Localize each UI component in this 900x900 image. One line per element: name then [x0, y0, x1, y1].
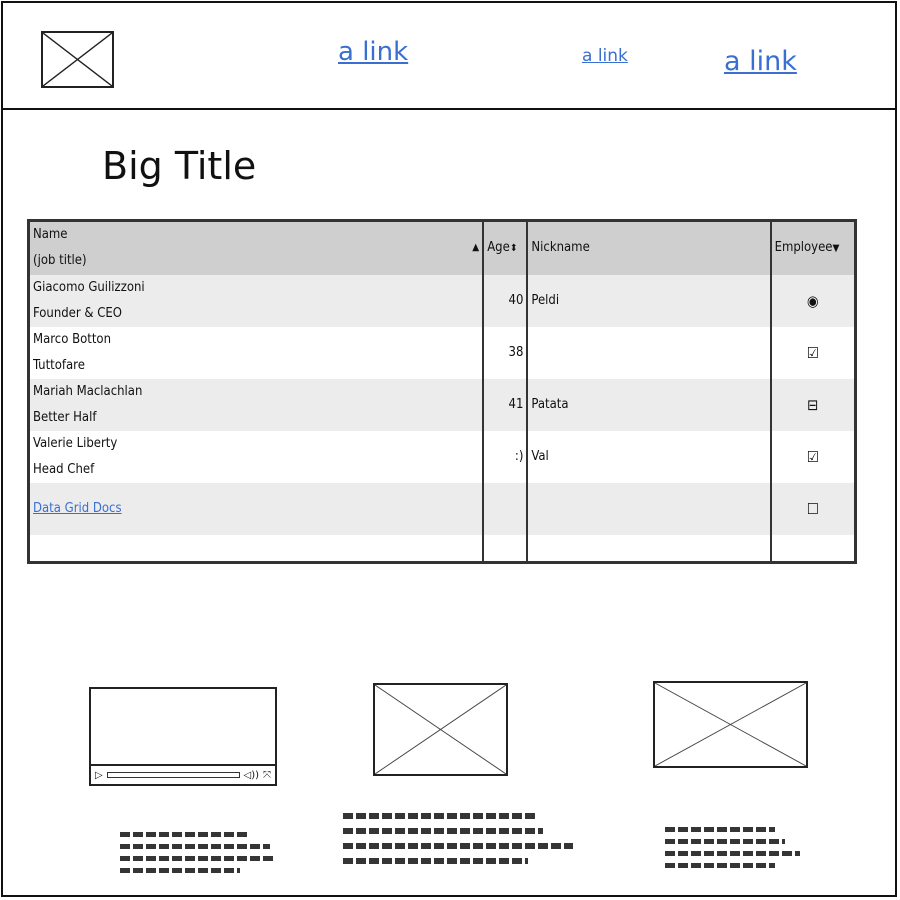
- row-nickname: [526, 327, 771, 379]
- employee-checkbox[interactable]: ⊟: [769, 379, 854, 431]
- placeholder-text-block-1: [120, 832, 275, 880]
- nav-link-2[interactable]: a link: [582, 46, 628, 66]
- row-name: Valerie Liberty: [33, 436, 118, 451]
- column-label-job-title: (job title): [33, 253, 87, 268]
- row-name: Giacomo Guilizzoni: [33, 280, 145, 295]
- column-label-name: Name: [33, 227, 68, 242]
- video-progress-bar[interactable]: [106, 772, 240, 778]
- data-grid[interactable]: ▲ Name (job title) Age⬍ Nickname Employe…: [27, 219, 857, 564]
- employee-checkbox[interactable]: ☑: [769, 327, 854, 379]
- volume-icon[interactable]: ◁)): [244, 770, 260, 781]
- row-age: :): [482, 431, 528, 483]
- logo-image-placeholder: [41, 31, 114, 88]
- fullscreen-icon[interactable]: ⤧: [263, 770, 271, 781]
- column-header-name[interactable]: ▲ Name (job title): [30, 222, 484, 275]
- column-label-nickname: Nickname: [531, 240, 590, 255]
- data-grid-docs-link[interactable]: Data Grid Docs: [33, 501, 122, 516]
- employee-radio[interactable]: ◉: [769, 275, 854, 327]
- column-label-employee: Employee: [774, 240, 833, 255]
- row-age: 41: [482, 379, 528, 431]
- employee-checkbox[interactable]: ☑: [769, 431, 854, 483]
- video-player[interactable]: ▷ ◁)) ⤧: [89, 687, 277, 786]
- row-nickname: Patata: [526, 379, 771, 431]
- play-icon[interactable]: ▷: [95, 770, 103, 781]
- table-row[interactable]: Valerie Liberty Head Chef :) Val ☑: [30, 431, 854, 483]
- video-controls: ▷ ◁)) ⤧: [91, 764, 275, 784]
- sort-descending-icon[interactable]: ▼: [833, 243, 840, 254]
- table-row[interactable]: Mariah Maclachlan Better Half 41 Patata ⊟: [30, 379, 854, 431]
- column-label-age: Age: [487, 240, 510, 255]
- column-header-age[interactable]: Age⬍: [482, 222, 528, 275]
- table-row-empty: [30, 535, 854, 561]
- image-placeholder-3: [653, 681, 808, 768]
- row-job-title: Tuttofare: [33, 358, 85, 373]
- row-age: 38: [482, 327, 528, 379]
- column-header-nickname[interactable]: Nickname: [526, 222, 771, 275]
- row-job-title: Better Half: [33, 410, 97, 425]
- nav-link-3[interactable]: a link: [724, 46, 797, 77]
- nav-link-1[interactable]: a link: [338, 37, 408, 67]
- table-row[interactable]: Giacomo Guilizzoni Founder & CEO 40 Peldi…: [30, 275, 854, 327]
- placeholder-text-block-2: [343, 813, 573, 873]
- row-name: Marco Botton: [33, 332, 111, 347]
- grid-header-row: ▲ Name (job title) Age⬍ Nickname Employe…: [30, 222, 854, 275]
- table-row[interactable]: Data Grid Docs ☐: [30, 483, 854, 535]
- table-row[interactable]: Marco Botton Tuttofare 38 ☑: [30, 327, 854, 379]
- employee-checkbox[interactable]: ☐: [769, 483, 854, 535]
- row-job-title: Head Chef: [33, 462, 95, 477]
- header-bar: a link a link a link: [1, 1, 897, 110]
- row-name: Mariah Maclachlan: [33, 384, 143, 399]
- row-nickname: Peldi: [526, 275, 771, 327]
- placeholder-text-block-3: [665, 827, 800, 875]
- row-nickname: Val: [526, 431, 771, 483]
- image-placeholder-2: [373, 683, 508, 776]
- sort-ascending-icon[interactable]: ▲: [472, 222, 479, 274]
- row-job-title: Founder & CEO: [33, 306, 122, 321]
- column-header-employee[interactable]: Employee▼: [769, 222, 854, 275]
- page-title: Big Title: [102, 144, 257, 188]
- sort-both-icon[interactable]: ⬍: [510, 243, 518, 254]
- row-age: 40: [482, 275, 528, 327]
